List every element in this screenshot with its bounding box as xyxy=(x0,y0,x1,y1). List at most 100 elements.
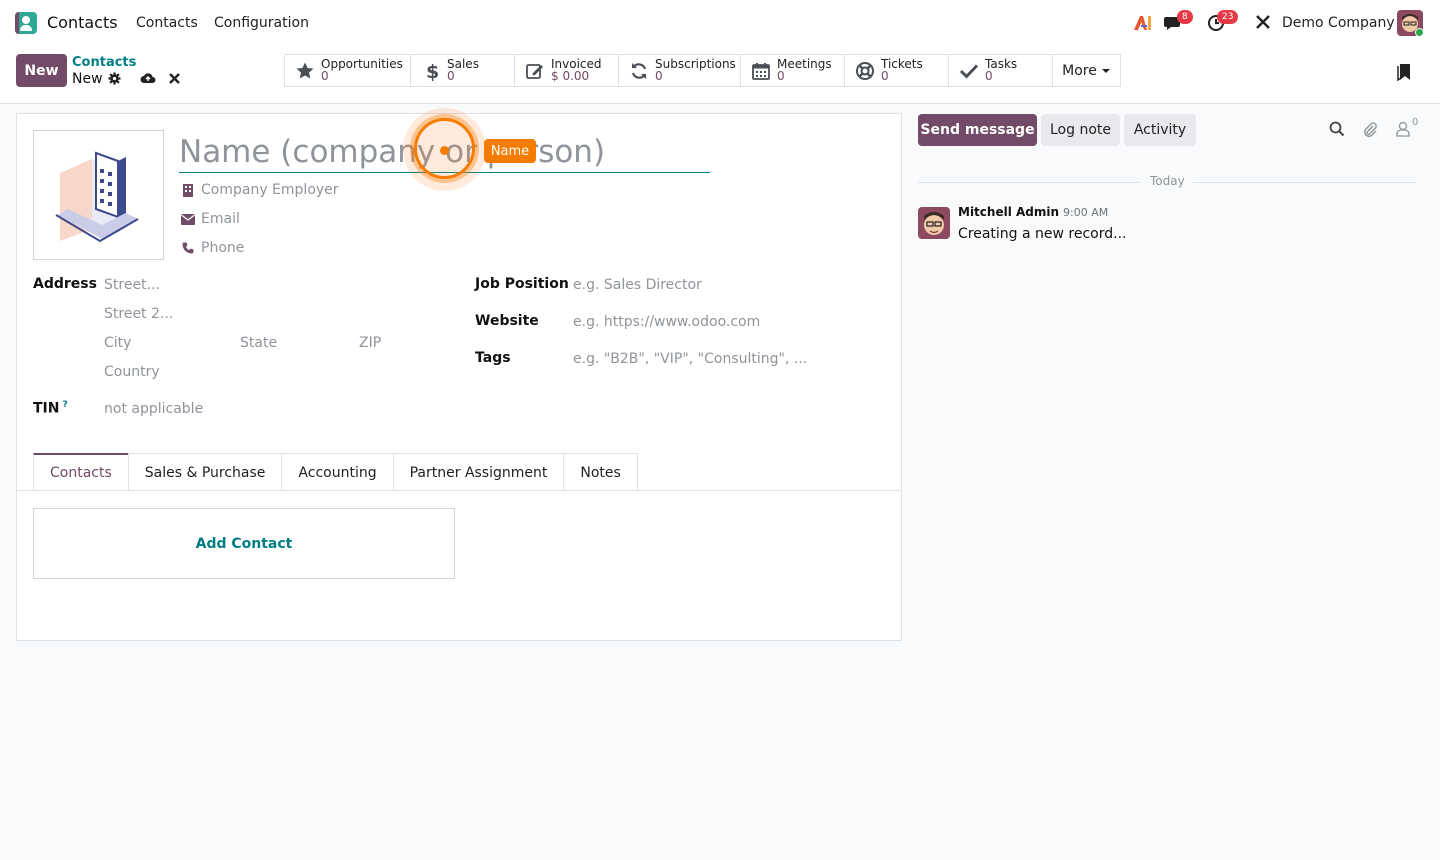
message-time: 9:00 AM xyxy=(1063,206,1109,219)
followers-count: 0 xyxy=(1412,117,1419,128)
tab-partner-assignment[interactable]: Partner Assignment xyxy=(392,453,565,491)
zip-input[interactable]: ZIP xyxy=(359,335,381,351)
invoiced-button[interactable]: Invoiced $ 0.00 xyxy=(515,55,619,86)
app-name[interactable]: Contacts xyxy=(47,13,118,32)
log-note-button[interactable]: Log note xyxy=(1041,114,1120,146)
messages-icon[interactable]: 8 xyxy=(1164,10,1193,36)
state-input[interactable]: State xyxy=(240,335,277,351)
opportunities-button[interactable]: Opportunities 0 xyxy=(285,55,411,86)
message-author-name: Mitchell Admin xyxy=(958,205,1060,219)
tin-label-text: TIN xyxy=(33,400,60,417)
company-employer-placeholder: Company Employer xyxy=(201,182,339,198)
tasks-value: 0 xyxy=(985,69,993,83)
company-switcher[interactable]: Demo Company xyxy=(1282,15,1395,31)
job-position-input[interactable]: e.g. Sales Director xyxy=(573,277,702,293)
meetings-value: 0 xyxy=(777,69,785,83)
sales-button[interactable]: $ Sales 0 xyxy=(411,55,515,86)
highlight-dot xyxy=(440,146,449,155)
job-position-label: Job Position xyxy=(475,276,569,292)
subscriptions-label: Subscriptions xyxy=(655,57,736,71)
search-icon[interactable] xyxy=(1329,121,1347,139)
tin-label: TIN? xyxy=(33,400,68,417)
send-message-button[interactable]: Send message xyxy=(918,114,1037,146)
more-button[interactable]: More xyxy=(1053,55,1120,86)
refresh-icon xyxy=(631,62,647,79)
tags-input[interactable]: e.g. "B2B", "VIP", "Consulting", ... xyxy=(573,351,807,367)
sales-value: 0 xyxy=(447,69,455,83)
country-input[interactable]: Country xyxy=(104,364,160,380)
user-avatar[interactable] xyxy=(1397,10,1423,36)
activities-badge: 23 xyxy=(1217,10,1239,24)
save-cloud-icon[interactable] xyxy=(139,71,156,85)
building-icon xyxy=(55,151,139,243)
message-body: Creating a new record... xyxy=(958,226,1127,242)
phone-placeholder: Phone xyxy=(201,240,245,256)
address-label: Address xyxy=(33,276,97,292)
ai-icon[interactable] xyxy=(1133,14,1153,36)
city-input[interactable]: City xyxy=(104,335,131,351)
new-button[interactable]: New xyxy=(16,54,67,87)
highlight-tag: Name xyxy=(484,139,536,163)
add-contact-button[interactable]: Add Contact xyxy=(33,508,455,579)
street2-input[interactable]: Street 2... xyxy=(104,306,173,322)
top-navbar: Contacts Contacts Configuration 8 23 Dem… xyxy=(0,0,1440,46)
date-divider-label: Today xyxy=(1150,174,1185,188)
smart-buttons: Opportunities 0 $ Sales 0 Invoiced $ 0.00 S… xyxy=(284,54,1121,87)
tickets-value: 0 xyxy=(881,69,889,83)
website-input[interactable]: e.g. https://www.odoo.com xyxy=(573,314,760,330)
activities-icon[interactable]: 23 xyxy=(1207,10,1239,36)
opportunities-value: 0 xyxy=(321,69,329,83)
meetings-button[interactable]: Meetings 0 xyxy=(741,55,845,86)
tin-input[interactable]: not applicable xyxy=(104,401,203,417)
company-image-upload[interactable] xyxy=(33,130,164,260)
invoiced-value: $ 0.00 xyxy=(551,69,590,83)
tab-contacts[interactable]: Contacts xyxy=(33,453,129,491)
more-label: More xyxy=(1062,62,1097,79)
date-divider-left xyxy=(918,182,1140,183)
email-placeholder: Email xyxy=(201,211,240,227)
record-name: New xyxy=(72,71,103,87)
company-employer-field[interactable]: Company Employer xyxy=(181,182,339,198)
gear-icon[interactable] xyxy=(107,71,121,85)
tools-icon[interactable] xyxy=(1255,14,1271,34)
opportunities-label: Opportunities xyxy=(321,57,403,71)
messages-badge: 8 xyxy=(1177,10,1193,24)
meetings-label: Meetings xyxy=(777,57,832,71)
star-icon xyxy=(296,62,314,78)
control-panel: New Contacts New Opportunities 0 $ Sales 0… xyxy=(0,46,1440,104)
phone-field[interactable]: Phone xyxy=(181,240,244,256)
envelope-icon xyxy=(181,212,195,226)
building-small-icon xyxy=(181,183,195,197)
phone-icon xyxy=(181,241,195,255)
activity-button[interactable]: Activity xyxy=(1124,114,1196,146)
tickets-button[interactable]: Tickets 0 xyxy=(845,55,949,86)
caret-down-icon xyxy=(1101,68,1110,73)
check-icon xyxy=(959,63,979,79)
menu-configuration[interactable]: Configuration xyxy=(214,15,309,31)
tab-sales-purchase[interactable]: Sales & Purchase xyxy=(127,453,283,491)
bookmark-icon[interactable] xyxy=(1397,63,1411,82)
tab-notes[interactable]: Notes xyxy=(563,453,638,491)
svg-text:$: $ xyxy=(426,61,439,81)
breadcrumb-contacts[interactable]: Contacts xyxy=(72,55,136,70)
dollar-icon: $ xyxy=(426,61,439,81)
tags-label: Tags xyxy=(475,350,511,366)
tab-divider xyxy=(17,490,901,491)
street-input[interactable]: Street... xyxy=(104,277,160,293)
discard-icon[interactable] xyxy=(167,71,181,85)
tab-accounting[interactable]: Accounting xyxy=(281,453,394,491)
calendar-icon xyxy=(752,62,770,80)
invoice-edit-icon xyxy=(526,63,543,79)
paperclip-icon[interactable] xyxy=(1362,121,1380,139)
email-field[interactable]: Email xyxy=(181,211,240,227)
tasks-button[interactable]: Tasks 0 xyxy=(949,55,1053,86)
tin-help-icon[interactable]: ? xyxy=(62,400,67,410)
lifebuoy-icon xyxy=(856,61,874,80)
menu-contacts[interactable]: Contacts xyxy=(136,15,198,31)
contacts-app-icon[interactable] xyxy=(15,12,37,34)
message-author-avatar[interactable] xyxy=(918,207,950,239)
message-author[interactable]: Mitchell Admin 9:00 AM xyxy=(958,205,1108,219)
subscriptions-button[interactable]: Subscriptions 0 xyxy=(619,55,741,86)
date-divider-right xyxy=(1193,182,1416,183)
followers-icon[interactable]: 0 xyxy=(1396,117,1422,139)
